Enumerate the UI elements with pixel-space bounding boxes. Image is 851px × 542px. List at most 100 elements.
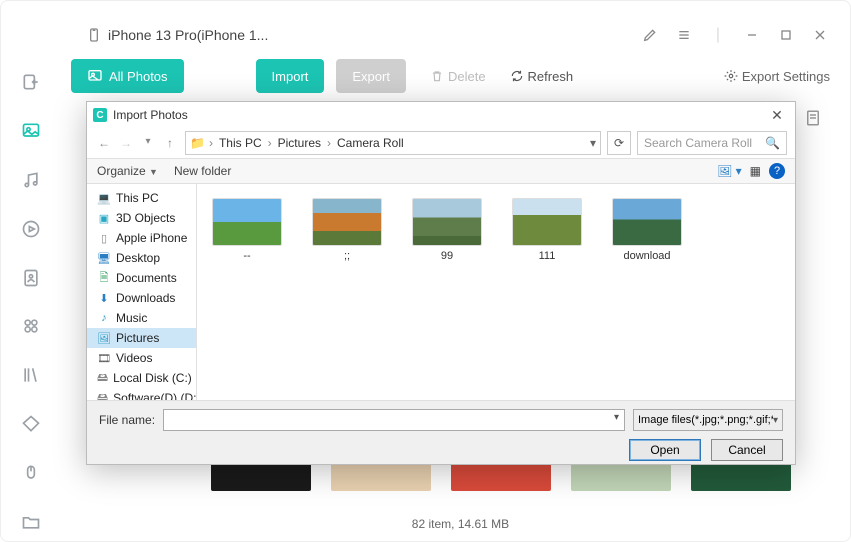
delete-button[interactable]: Delete (430, 69, 486, 84)
file-type-select[interactable]: Image files(*.jpg;*.png;*.gif;*.m ▾ (633, 409, 783, 431)
tree-node-label: Local Disk (C:) (113, 371, 192, 385)
trash-icon (430, 69, 444, 83)
tree-node-label: Desktop (116, 251, 160, 265)
tree-node[interactable]: 🖴 Local Disk (C:) (87, 368, 196, 388)
tree-node[interactable]: 🗎Documents (87, 268, 196, 288)
dialog-close-button[interactable]: ✕ (765, 107, 789, 124)
cancel-button[interactable]: Cancel (711, 439, 783, 461)
refresh-button[interactable]: Refresh (510, 69, 574, 84)
tree-node-icon: 🖥 (97, 252, 111, 264)
file-item[interactable]: download (607, 198, 687, 262)
file-pane[interactable]: --;; 99 111 download (197, 184, 795, 400)
file-label: -- (243, 250, 250, 262)
device-selector[interactable]: iPhone 13 Pro(iPhone 1... (86, 27, 268, 43)
tree-node-icon: 🗎 (97, 272, 111, 284)
file-item[interactable]: 111 (507, 198, 587, 262)
new-folder-button[interactable]: New folder (174, 164, 231, 178)
organize-menu[interactable]: Organize ▼ (97, 164, 158, 178)
crumb-pictures[interactable]: Pictures (276, 136, 323, 150)
view-details-button[interactable]: ▦ (750, 164, 761, 178)
breadcrumb[interactable]: 📁 › This PC › Pictures › Camera Roll ▾ (185, 131, 601, 155)
tree-node-label: Pictures (116, 331, 159, 345)
edit-icon[interactable] (640, 25, 660, 45)
crumb-this-pc[interactable]: This PC (217, 136, 264, 150)
tree-node-label: This PC (116, 191, 159, 205)
tree-node-icon: 🖼 (97, 332, 111, 344)
crumb-camera-roll[interactable]: Camera Roll (335, 136, 406, 150)
tree-node-label: Software(D) (D:) (113, 391, 197, 400)
nav-music-icon[interactable] (15, 165, 47, 196)
all-photos-button[interactable]: All Photos (71, 59, 184, 93)
tree-node-label: Music (116, 311, 147, 325)
nav-folder-icon[interactable] (15, 506, 47, 537)
import-button[interactable]: Import (256, 59, 325, 93)
dialog-titlebar: C Import Photos ✕ (87, 102, 795, 128)
app-badge-icon: C (93, 108, 107, 122)
file-thumbnail (212, 198, 282, 246)
nav-mouse-icon[interactable] (15, 457, 47, 488)
minimize-button[interactable] (742, 25, 762, 45)
breadcrumb-dropdown[interactable]: ▾ (590, 136, 596, 150)
search-icon: 🔍 (765, 136, 780, 150)
tree-node-label: Downloads (116, 291, 175, 305)
nav-contacts-icon[interactable] (15, 262, 47, 293)
tree-node[interactable]: 🖥 Desktop (87, 248, 196, 268)
nav-photos-icon[interactable] (15, 116, 47, 147)
tree-node[interactable]: ♪Music (87, 308, 196, 328)
file-type-label: Image files(*.jpg;*.png;*.gif;*.m (638, 414, 773, 426)
tree-node[interactable]: 💻 This PC (87, 188, 196, 208)
view-icons-button[interactable]: 🖼 ▾ (717, 164, 742, 178)
file-item[interactable]: -- (207, 198, 287, 262)
page-icon[interactable] (804, 109, 822, 132)
close-button[interactable] (810, 25, 830, 45)
dialog-footer: File name: ▾ Image files(*.jpg;*.png;*.g… (87, 400, 795, 464)
folder-tree[interactable]: 💻 This PC ▣3D Objects▯Apple iPhone 🖥 Desktop… (87, 184, 197, 400)
recent-dropdown[interactable]: ▾ (139, 136, 157, 150)
open-button[interactable]: Open (629, 439, 701, 461)
file-item[interactable]: ;; (307, 198, 387, 262)
nav-tag-icon[interactable] (15, 409, 47, 440)
file-label: 99 (441, 250, 453, 262)
file-label: download (623, 250, 670, 262)
file-name-label: File name: (99, 413, 155, 427)
nav-books-icon[interactable] (15, 360, 47, 391)
dialog-toolbar: Organize ▼ New folder 🖼 ▾ ▦ ? (87, 158, 795, 184)
tree-node[interactable]: ▣3D Objects (87, 208, 196, 228)
address-refresh-button[interactable]: ⟳ (607, 131, 631, 155)
tree-node-label: Apple iPhone (116, 231, 187, 245)
help-button[interactable]: ? (769, 163, 785, 179)
top-bar: iPhone 13 Pro(iPhone 1... | (86, 23, 830, 47)
file-name-input[interactable] (163, 409, 625, 431)
back-button[interactable]: ← (95, 136, 113, 150)
image-icon (87, 68, 103, 84)
tree-node[interactable]: ▯Apple iPhone (87, 228, 196, 248)
up-button[interactable]: ↑ (161, 136, 179, 150)
file-label: ;; (344, 250, 350, 262)
maximize-button[interactable] (776, 25, 796, 45)
file-name-dropdown[interactable]: ▾ (614, 412, 619, 423)
nav-export-icon[interactable] (15, 67, 47, 98)
refresh-icon (510, 69, 524, 83)
tree-node[interactable]: 🖼 Pictures (87, 328, 196, 348)
tree-node-icon: 💻 (97, 192, 111, 204)
menu-icon[interactable] (674, 25, 694, 45)
dialog-title: Import Photos (113, 108, 188, 122)
tree-node-icon: ▣ (97, 212, 111, 224)
tree-node-icon: 🖴 (97, 392, 108, 400)
address-bar-row: ← → ▾ ↑ 📁 › This PC › Pictures › Camera … (87, 128, 795, 158)
folder-icon: 📁 (190, 136, 205, 150)
tree-node-icon: 🖴 (97, 372, 108, 384)
dialog-body: 💻 This PC ▣3D Objects▯Apple iPhone 🖥 Desktop… (87, 184, 795, 400)
file-item[interactable]: 99 (407, 198, 487, 262)
nav-apps-icon[interactable] (15, 311, 47, 342)
search-placeholder: Search Camera Roll (644, 136, 752, 150)
search-input[interactable]: Search Camera Roll 🔍 (637, 131, 787, 155)
forward-button[interactable]: → (117, 136, 135, 150)
nav-video-icon[interactable] (15, 213, 47, 244)
export-button[interactable]: Export (336, 59, 406, 93)
tree-node[interactable]: 🎞Videos (87, 348, 196, 368)
tree-node[interactable]: 🖴 Software(D) (D:) (87, 388, 196, 400)
device-name: iPhone 13 Pro(iPhone 1... (108, 27, 268, 43)
export-settings-button[interactable]: Export Settings (724, 69, 830, 84)
tree-node[interactable]: ⬇Downloads (87, 288, 196, 308)
